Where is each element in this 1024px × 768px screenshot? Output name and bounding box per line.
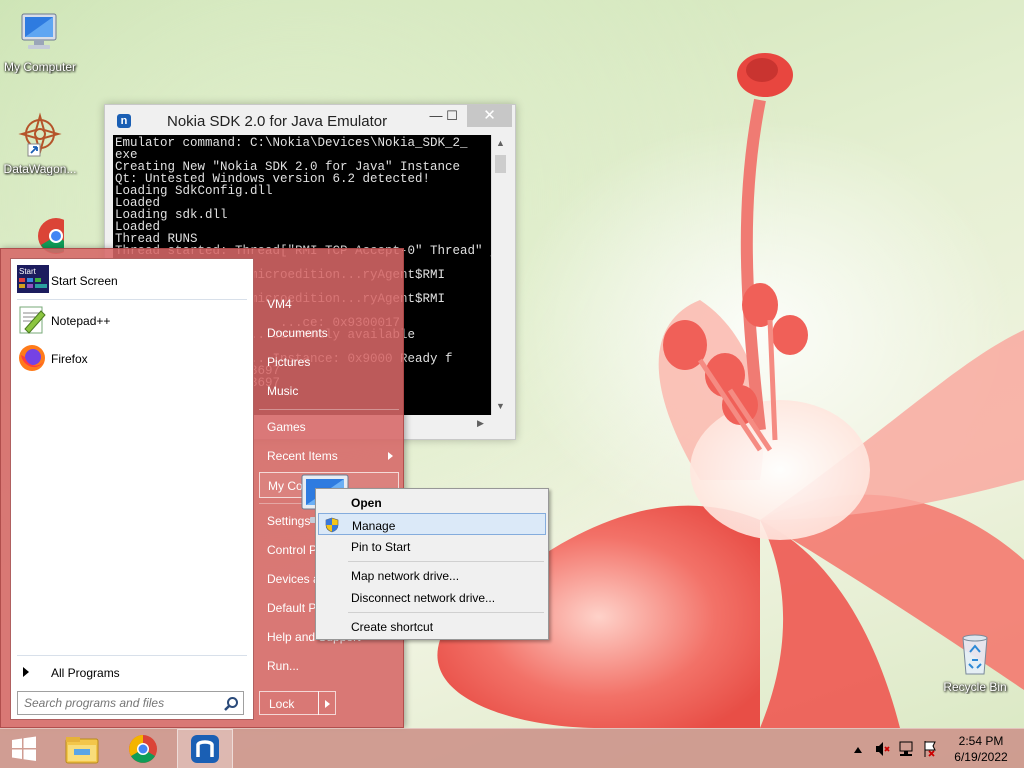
clock-date: 6/19/2022 xyxy=(954,750,1008,764)
recycle-bin-icon xyxy=(951,630,999,678)
start-item-music[interactable]: Music xyxy=(259,378,399,404)
scroll-down-icon[interactable]: ▼ xyxy=(492,398,509,415)
shield-icon xyxy=(324,517,340,533)
power-options-button[interactable] xyxy=(318,691,336,715)
vertical-scrollbar[interactable]: ▲ ▼ xyxy=(491,135,508,415)
close-button[interactable]: ✕ xyxy=(467,105,512,127)
svg-text:Start: Start xyxy=(19,267,37,276)
console-line: Loading sdk.dll xyxy=(115,208,228,222)
context-item-label: Disconnect network drive... xyxy=(351,591,496,605)
start-item-label: Documents xyxy=(267,326,328,340)
all-programs-button[interactable]: All Programs xyxy=(15,662,249,684)
divider xyxy=(348,612,544,613)
context-item-label: Pin to Start xyxy=(351,540,411,554)
maximize-button[interactable]: ☐ xyxy=(437,105,467,127)
console-line: Loading SdkConfig.dll xyxy=(115,184,273,198)
pinned-label: Notepad++ xyxy=(51,314,111,328)
context-item-manage[interactable]: Manage xyxy=(318,513,546,535)
start-menu-programs-pane: Start Start Screen Notepad++ Firefox All… xyxy=(10,258,254,720)
search-input[interactable] xyxy=(18,692,218,714)
pinned-label: Firefox xyxy=(51,352,88,366)
all-programs-label: All Programs xyxy=(51,666,120,680)
notepadpp-icon xyxy=(17,305,49,335)
start-item-documents[interactable]: Documents xyxy=(259,320,399,346)
context-item-disconnect-network-drive[interactable]: Disconnect network drive... xyxy=(318,586,546,608)
start-item-label: Control P xyxy=(267,543,318,557)
chevron-right-icon xyxy=(388,452,393,460)
desktop-icon-label: Recycle Bin xyxy=(943,680,1007,694)
start-item-label: VM4 xyxy=(267,297,292,311)
start-item-run[interactable]: Run... xyxy=(259,653,399,679)
system-tray xyxy=(850,729,945,768)
computer-icon xyxy=(16,10,64,58)
show-hidden-icons-icon xyxy=(854,747,862,753)
arrow-right-icon xyxy=(23,667,29,677)
network-icon xyxy=(899,741,913,756)
windows-logo-icon xyxy=(12,736,36,761)
emulator-title: Nokia SDK 2.0 for Java Emulator xyxy=(167,113,388,130)
context-item-open[interactable]: Open xyxy=(318,491,546,513)
nokia-app-icon: n xyxy=(117,114,131,128)
chevron-right-icon xyxy=(325,700,330,708)
action-center-flag-icon xyxy=(924,741,936,757)
context-item-pin-to-start[interactable]: Pin to Start xyxy=(318,535,546,557)
start-item-pictures[interactable]: Pictures xyxy=(259,349,399,375)
start-item-label: Devices a xyxy=(267,572,320,586)
start-item-games[interactable]: Games xyxy=(259,414,399,440)
emulator-titlebar[interactable]: n Nokia SDK 2.0 for Java Emulator — ☐ ✕ xyxy=(105,105,515,135)
pinned-notepadpp[interactable]: Notepad++ xyxy=(15,303,249,337)
start-search-box[interactable] xyxy=(17,691,244,715)
pinned-start-screen[interactable]: Start Start Screen xyxy=(15,263,249,297)
start-screen-icon: Start xyxy=(17,265,49,295)
start-item-label: Default P xyxy=(267,601,317,615)
context-item-create-shortcut[interactable]: Create shortcut xyxy=(318,615,546,637)
start-item-label: Pictures xyxy=(267,355,311,369)
start-item-recent-items[interactable]: Recent Items xyxy=(259,443,399,469)
nokia-emulator-icon[interactable] xyxy=(177,729,233,768)
file-explorer-icon[interactable] xyxy=(54,729,110,768)
desktop-icon-my-computer[interactable]: My Computer xyxy=(0,10,80,74)
taskbar-clock[interactable]: 2:54 PM 6/19/2022 xyxy=(948,733,1014,765)
start-item-label: Music xyxy=(267,384,299,398)
chrome-icon[interactable] xyxy=(115,729,171,768)
start-item-label: Run... xyxy=(267,659,300,673)
volume-muted-icon xyxy=(876,742,890,756)
start-button[interactable] xyxy=(0,729,48,768)
desktop-icon-datawagon[interactable]: DataWagon... xyxy=(0,112,80,176)
desktop-icon-label: My Computer xyxy=(3,60,77,74)
context-item-label: Create shortcut xyxy=(351,620,434,634)
scroll-up-icon[interactable]: ▲ xyxy=(492,135,509,152)
scroll-thumb[interactable] xyxy=(495,155,506,173)
context-item-label: Open xyxy=(351,496,382,510)
desktop-icon-label: DataWagon... xyxy=(3,162,77,176)
context-menu: Open Manage Pin to Start Map network dri… xyxy=(315,488,549,640)
firefox-icon xyxy=(17,343,49,373)
scroll-right-icon[interactable]: ▶ xyxy=(472,415,489,432)
taskbar: 2:54 PM 6/19/2022 xyxy=(0,728,1024,768)
start-item-vm4[interactable]: VM4 xyxy=(259,291,399,317)
context-item-label: Manage xyxy=(352,519,396,533)
divider xyxy=(348,561,544,562)
context-item-map-network-drive[interactable]: Map network drive... xyxy=(318,564,546,586)
context-item-label: Map network drive... xyxy=(351,569,460,583)
pinned-firefox[interactable]: Firefox xyxy=(15,341,249,375)
search-icon[interactable] xyxy=(223,696,239,712)
divider xyxy=(17,299,247,300)
divider xyxy=(259,409,399,410)
datawagon-icon xyxy=(16,112,64,160)
divider xyxy=(17,655,247,656)
start-item-label: Recent Items xyxy=(267,449,338,463)
lock-button[interactable]: Lock xyxy=(259,691,319,715)
start-item-label: Games xyxy=(267,420,306,434)
clock-time: 2:54 PM xyxy=(958,734,1004,748)
pinned-label: Start Screen xyxy=(51,274,118,288)
lock-label: Lock xyxy=(269,697,295,711)
desktop-icon-recycle-bin[interactable]: Recycle Bin xyxy=(935,630,1015,694)
console-line: Emulator command: C:\Nokia\Devices\Nokia… xyxy=(115,136,468,150)
